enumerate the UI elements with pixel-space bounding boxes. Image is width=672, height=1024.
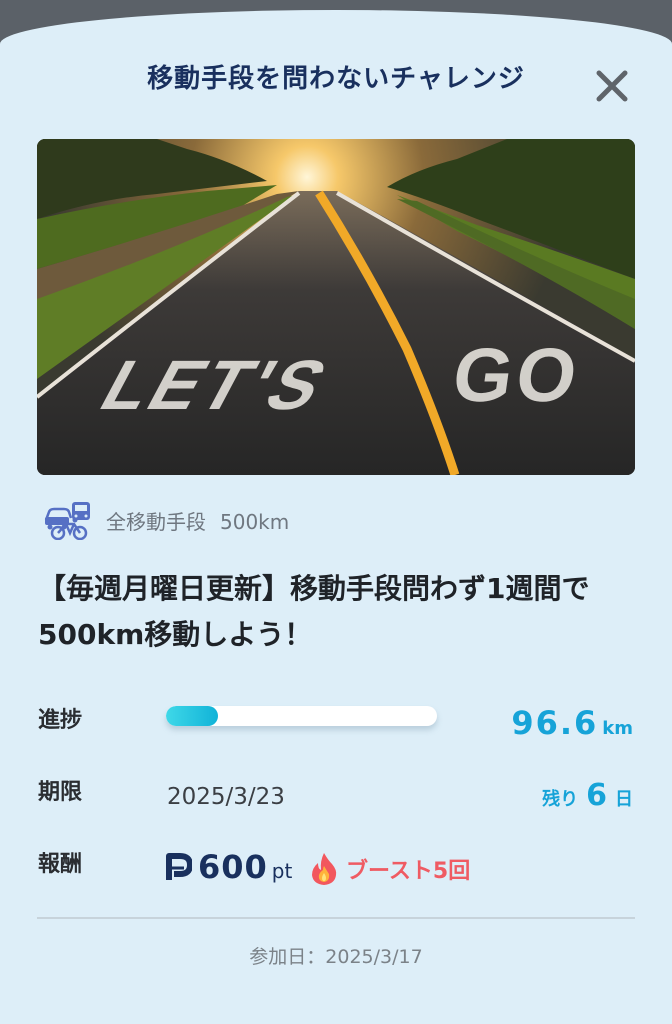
hero-image: LET'S GO (37, 139, 635, 475)
transport-bike-icon (44, 502, 90, 540)
svg-text:GO: GO (448, 333, 586, 418)
points-value: 600 (198, 848, 268, 886)
boost-badge: ブースト5回 (310, 852, 470, 886)
category-distance: 500km (220, 509, 290, 534)
reward-label: 報酬 (38, 852, 83, 877)
remaining-unit: 日 (615, 789, 633, 810)
close-icon (596, 70, 628, 102)
boost-text: ブースト5回 (346, 859, 471, 884)
point-icon (166, 853, 192, 880)
divider (37, 917, 635, 919)
reward-points: 600 pt (166, 848, 292, 886)
points-unit: pt (271, 859, 293, 883)
close-button[interactable] (594, 68, 630, 104)
progress-bar (166, 706, 437, 726)
fire-icon (312, 853, 337, 885)
progress-bar-fill (166, 706, 219, 726)
challenge-sheet: 移動手段を問わないチャレンジ LET'S GO 全移動手段 500km 【毎週月… (0, 10, 672, 1024)
progress-value: 96.6 km (511, 704, 633, 742)
remaining-number: 6 (586, 778, 607, 813)
remaining-prefix: 残り (542, 789, 579, 810)
progress-number: 96.6 (511, 704, 599, 742)
deadline-label: 期限 (38, 780, 83, 805)
progress-label: 進捗 (38, 708, 83, 733)
remaining-days: 残り 6 日 (542, 778, 633, 813)
deadline-date: 2025/3/23 (167, 784, 285, 810)
category-row: 全移動手段 500km (44, 500, 289, 540)
category-label: 全移動手段 (106, 509, 206, 534)
joined-date: 参加日：2025/3/17 (249, 946, 423, 968)
challenge-headline: 【毎週月曜日更新】移動手段問わず1週間で500km移動しよう！ (38, 572, 590, 651)
page-title: 移動手段を問わないチャレンジ (147, 64, 525, 94)
svg-text:LET'S: LET'S (87, 345, 344, 424)
progress-unit: km (602, 718, 633, 739)
